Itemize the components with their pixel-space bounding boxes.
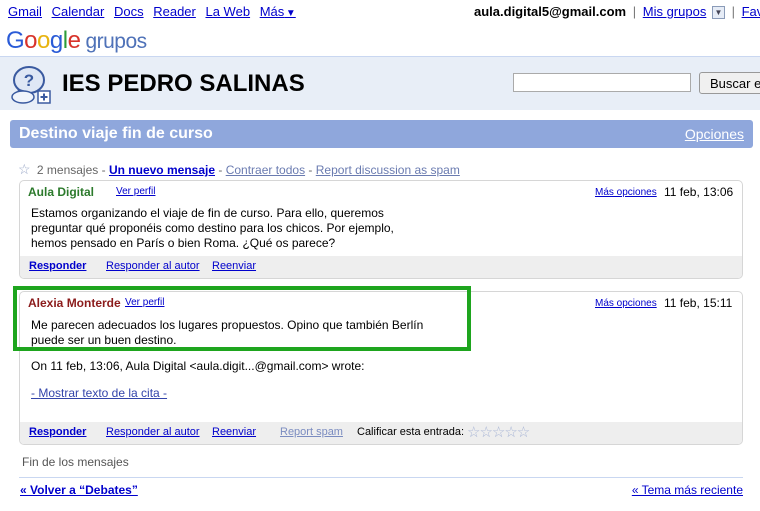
reply-link[interactable]: Responder <box>29 260 86 272</box>
separator: | <box>632 4 637 19</box>
more-recent-topic-link[interactable]: « Tema más reciente <box>632 483 743 497</box>
user-email: aula.digital5@gmail.com <box>474 4 627 19</box>
logo-product-name: grupos <box>85 30 147 53</box>
show-quote-link[interactable]: - Mostrar texto de la cita - <box>31 386 167 400</box>
nav-reader[interactable]: Reader <box>153 4 196 19</box>
top-nav: Gmail Calendar Docs Reader La Web Más ▼ <box>8 4 302 19</box>
end-of-messages: Fin de los mensajes <box>22 455 129 469</box>
message-footer: Responder Responder al autor Reenviar <box>20 256 742 278</box>
star-icon[interactable]: ☆ <box>18 161 31 177</box>
group-title: IES PEDRO SALINAS <box>62 70 305 97</box>
google-grupos-logo[interactable]: Google grupos <box>6 27 147 55</box>
rate-label: Calificar esta entrada: <box>357 426 464 438</box>
mis-grupos-link[interactable]: Mis grupos <box>643 4 707 19</box>
message-body: Estamos organizando el viaje de fin de c… <box>31 206 394 251</box>
top-bar: Gmail Calendar Docs Reader La Web Más ▼ … <box>0 0 760 24</box>
message-count: 2 mensajes <box>36 163 99 177</box>
rating-stars-icon[interactable]: ☆☆☆☆☆ <box>467 423 530 441</box>
logo-letter: o <box>37 27 50 54</box>
report-discussion-spam-link[interactable]: Report discussion as spam <box>316 163 460 177</box>
options-link[interactable]: Opciones <box>685 126 744 142</box>
quote-header: On 11 feb, 13:06, Aula Digital <aula.dig… <box>31 359 365 373</box>
view-profile-link[interactable]: Ver perfil <box>116 186 155 197</box>
chevron-down-icon: ▼ <box>285 8 296 19</box>
group-discussion-icon: ? <box>11 66 51 104</box>
logo-letter: g <box>49 27 63 54</box>
logo-letter: e <box>67 27 81 54</box>
message-footer: Responder Responder al autor Reenviar Re… <box>20 422 742 444</box>
back-to-discussions-link[interactable]: « Volver a “Debates” <box>20 483 138 497</box>
separator: | <box>731 4 735 19</box>
separator: - <box>308 163 313 177</box>
logo-letter: o <box>24 27 38 54</box>
message-date: 11 feb, 13:06 <box>664 185 734 199</box>
favoritos-link[interactable]: Favo <box>742 4 760 19</box>
nav-mas[interactable]: Más ▼ <box>260 4 296 19</box>
topic-title: Destino viaje fin de curso <box>19 125 213 142</box>
message-line: Estamos organizando el viaje de fin de c… <box>31 206 384 220</box>
message-header: Aula Digital Ver perfil Más opciones 11 … <box>20 181 742 203</box>
topic-bar: Destino viaje fin de curso Opciones <box>10 120 753 148</box>
reply-link[interactable]: Responder <box>29 426 86 438</box>
message-card: Aula Digital Ver perfil Más opciones 11 … <box>19 180 743 279</box>
nav-calendar[interactable]: Calendar <box>52 4 105 19</box>
dropdown-arrow-icon[interactable]: ▼ <box>711 6 725 20</box>
search-input[interactable] <box>513 73 691 92</box>
reply-author-link[interactable]: Responder al autor <box>106 426 200 438</box>
message-line: preguntar qué proponéis como destino par… <box>31 221 394 235</box>
divider <box>19 477 743 478</box>
message-line: hemos pensado en París o bien Roma. ¿Qué… <box>31 236 336 250</box>
forward-link[interactable]: Reenviar <box>212 426 256 438</box>
separator: - <box>218 163 223 177</box>
nav-docs[interactable]: Docs <box>114 4 144 19</box>
more-options-link[interactable]: Más opciones <box>595 187 657 198</box>
nav-mas-label: Más <box>259 4 285 19</box>
reply-author-link[interactable]: Responder al autor <box>106 260 200 272</box>
forward-link[interactable]: Reenviar <box>212 260 256 272</box>
nav-gmail[interactable]: Gmail <box>8 4 42 19</box>
message-author[interactable]: Aula Digital <box>28 185 94 199</box>
report-spam-link[interactable]: Report spam <box>280 426 343 438</box>
svg-text:?: ? <box>24 71 34 90</box>
highlight-box <box>13 286 471 351</box>
new-message-link[interactable]: Un nuevo mensaje <box>109 163 215 177</box>
thread-actions: ☆ 2 mensajes - Un nuevo mensaje - Contra… <box>18 161 460 178</box>
logo-letter: G <box>6 27 25 54</box>
search-button[interactable]: Buscar e <box>699 72 760 94</box>
collapse-all-link[interactable]: Contraer todos <box>226 163 305 177</box>
group-header: ? IES PEDRO SALINAS Buscar e <box>0 57 760 110</box>
more-options-link[interactable]: Más opciones <box>595 298 657 309</box>
separator: - <box>101 163 106 177</box>
message-date: 11 feb, 15:11 <box>664 296 733 310</box>
nav-la-web[interactable]: La Web <box>205 4 250 19</box>
user-area: aula.digital5@gmail.com | Mis grupos ▼ |… <box>474 4 760 20</box>
